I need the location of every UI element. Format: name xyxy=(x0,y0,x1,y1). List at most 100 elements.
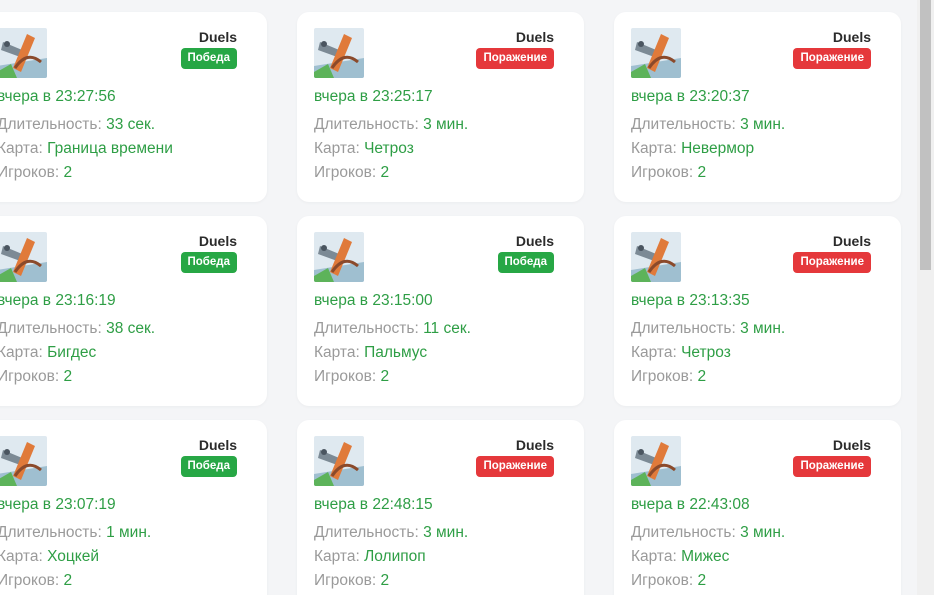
map-value: Хоцкей xyxy=(47,548,99,565)
players-value: 2 xyxy=(63,164,73,181)
players-label: Игроков: xyxy=(314,572,377,589)
duration-value: 3 мин. xyxy=(740,524,786,541)
map-row: Карта: Четроз xyxy=(314,140,414,158)
map-label: Карта: xyxy=(0,548,43,565)
duels-mode-icon xyxy=(0,28,47,78)
players-row: Игроков: 2 xyxy=(0,572,72,590)
map-value: Граница времени xyxy=(47,140,173,157)
duration-label: Длительность: xyxy=(631,320,736,337)
map-label: Карта: xyxy=(631,548,677,565)
duels-mode-icon xyxy=(314,232,364,282)
duration-label: Длительность: xyxy=(314,524,419,541)
players-label: Игроков: xyxy=(631,572,694,589)
map-label: Карта: xyxy=(631,140,677,157)
map-row: Карта: Лолипоп xyxy=(314,548,426,566)
duration-label: Длительность: xyxy=(314,320,419,337)
duration-label: Длительность: xyxy=(0,320,102,337)
match-card[interactable]: Duels Поражение вчера в 23:25:17 Длитель… xyxy=(297,12,584,202)
players-value: 2 xyxy=(697,368,707,385)
players-label: Игроков: xyxy=(0,368,60,385)
match-card[interactable]: Duels Поражение вчера в 23:13:35 Длитель… xyxy=(614,216,901,406)
match-date: вчера в 23:20:37 xyxy=(631,88,750,105)
game-mode: Duels xyxy=(832,437,871,453)
game-mode: Duels xyxy=(198,29,237,45)
players-label: Игроков: xyxy=(314,164,377,181)
duels-mode-icon xyxy=(0,232,47,282)
duels-mode-icon xyxy=(631,232,681,282)
duration-row: Длительность: 3 мин. xyxy=(314,116,468,134)
duration-row: Длительность: 3 мин. xyxy=(631,524,785,542)
duels-mode-icon xyxy=(631,28,681,78)
map-row: Карта: Четроз xyxy=(631,344,731,362)
players-label: Игроков: xyxy=(314,368,377,385)
players-row: Игроков: 2 xyxy=(314,572,389,590)
players-label: Игроков: xyxy=(631,368,694,385)
duration-label: Длительность: xyxy=(0,524,102,541)
match-card[interactable]: Duels Победа вчера в 23:16:19 Длительнос… xyxy=(0,216,267,406)
duration-row: Длительность: 33 сек. xyxy=(0,116,155,134)
game-mode: Duels xyxy=(832,233,871,249)
match-card[interactable]: Duels Поражение вчера в 22:43:08 Длитель… xyxy=(614,420,901,595)
match-date: вчера в 23:27:56 xyxy=(0,88,116,105)
result-badge: Поражение xyxy=(476,456,554,477)
match-date: вчера в 23:13:35 xyxy=(631,292,750,309)
game-mode: Duels xyxy=(198,437,237,453)
players-label: Игроков: xyxy=(631,164,694,181)
vertical-scrollbar[interactable] xyxy=(917,0,934,595)
players-row: Игроков: 2 xyxy=(631,368,706,386)
players-value: 2 xyxy=(380,572,390,589)
players-value: 2 xyxy=(380,368,390,385)
match-date: вчера в 23:07:19 xyxy=(0,496,116,513)
duration-label: Длительность: xyxy=(314,116,419,133)
match-date: вчера в 23:25:17 xyxy=(314,88,433,105)
duration-label: Длительность: xyxy=(631,524,736,541)
players-value: 2 xyxy=(63,572,73,589)
result-badge: Победа xyxy=(180,456,237,477)
players-value: 2 xyxy=(697,164,707,181)
match-date: вчера в 22:48:15 xyxy=(314,496,433,513)
result-badge: Поражение xyxy=(476,48,554,69)
duration-row: Длительность: 3 мин. xyxy=(631,320,785,338)
players-row: Игроков: 2 xyxy=(0,164,72,182)
match-card[interactable]: Duels Поражение вчера в 22:48:15 Длитель… xyxy=(297,420,584,595)
match-card[interactable]: Duels Победа вчера в 23:27:56 Длительнос… xyxy=(0,12,267,202)
result-badge: Поражение xyxy=(793,48,871,69)
match-date: вчера в 22:43:08 xyxy=(631,496,750,513)
duels-mode-icon xyxy=(314,436,364,486)
duration-label: Длительность: xyxy=(0,116,102,133)
result-badge: Поражение xyxy=(793,456,871,477)
duration-row: Длительность: 3 мин. xyxy=(631,116,785,134)
map-row: Карта: Пальмус xyxy=(314,344,427,362)
duration-value: 11 сек. xyxy=(423,320,471,337)
map-value: Бигдес xyxy=(47,344,97,361)
result-badge: Победа xyxy=(180,48,237,69)
map-label: Карта: xyxy=(314,344,360,361)
match-card[interactable]: Duels Победа вчера в 23:07:19 Длительнос… xyxy=(0,420,267,595)
result-badge: Победа xyxy=(497,252,554,273)
duration-value: 33 сек. xyxy=(106,116,156,133)
duels-mode-icon xyxy=(0,436,47,486)
duration-row: Длительность: 1 мин. xyxy=(0,524,151,542)
players-label: Игроков: xyxy=(0,164,60,181)
result-badge: Победа xyxy=(180,252,237,273)
scrollbar-thumb[interactable] xyxy=(920,0,931,270)
map-label: Карта: xyxy=(314,140,360,157)
map-label: Карта: xyxy=(0,344,43,361)
map-label: Карта: xyxy=(0,140,43,157)
duration-value: 3 мин. xyxy=(423,116,469,133)
map-value: Четроз xyxy=(681,344,731,361)
map-row: Карта: Хоцкей xyxy=(0,548,99,566)
players-label: Игроков: xyxy=(0,572,60,589)
map-value: Пальмус xyxy=(364,344,428,361)
duration-label: Длительность: xyxy=(631,116,736,133)
match-card[interactable]: Duels Победа вчера в 23:15:00 Длительнос… xyxy=(297,216,584,406)
map-row: Карта: Граница времени xyxy=(0,140,173,158)
match-card[interactable]: Duels Поражение вчера в 23:20:37 Длитель… xyxy=(614,12,901,202)
map-value: Лолипоп xyxy=(364,548,426,565)
duration-row: Длительность: 38 сек. xyxy=(0,320,155,338)
duration-value: 38 сек. xyxy=(106,320,156,337)
map-row: Карта: Мижес xyxy=(631,548,729,566)
match-date: вчера в 23:15:00 xyxy=(314,292,433,309)
duration-row: Длительность: 11 сек. xyxy=(314,320,471,338)
players-row: Игроков: 2 xyxy=(631,164,706,182)
